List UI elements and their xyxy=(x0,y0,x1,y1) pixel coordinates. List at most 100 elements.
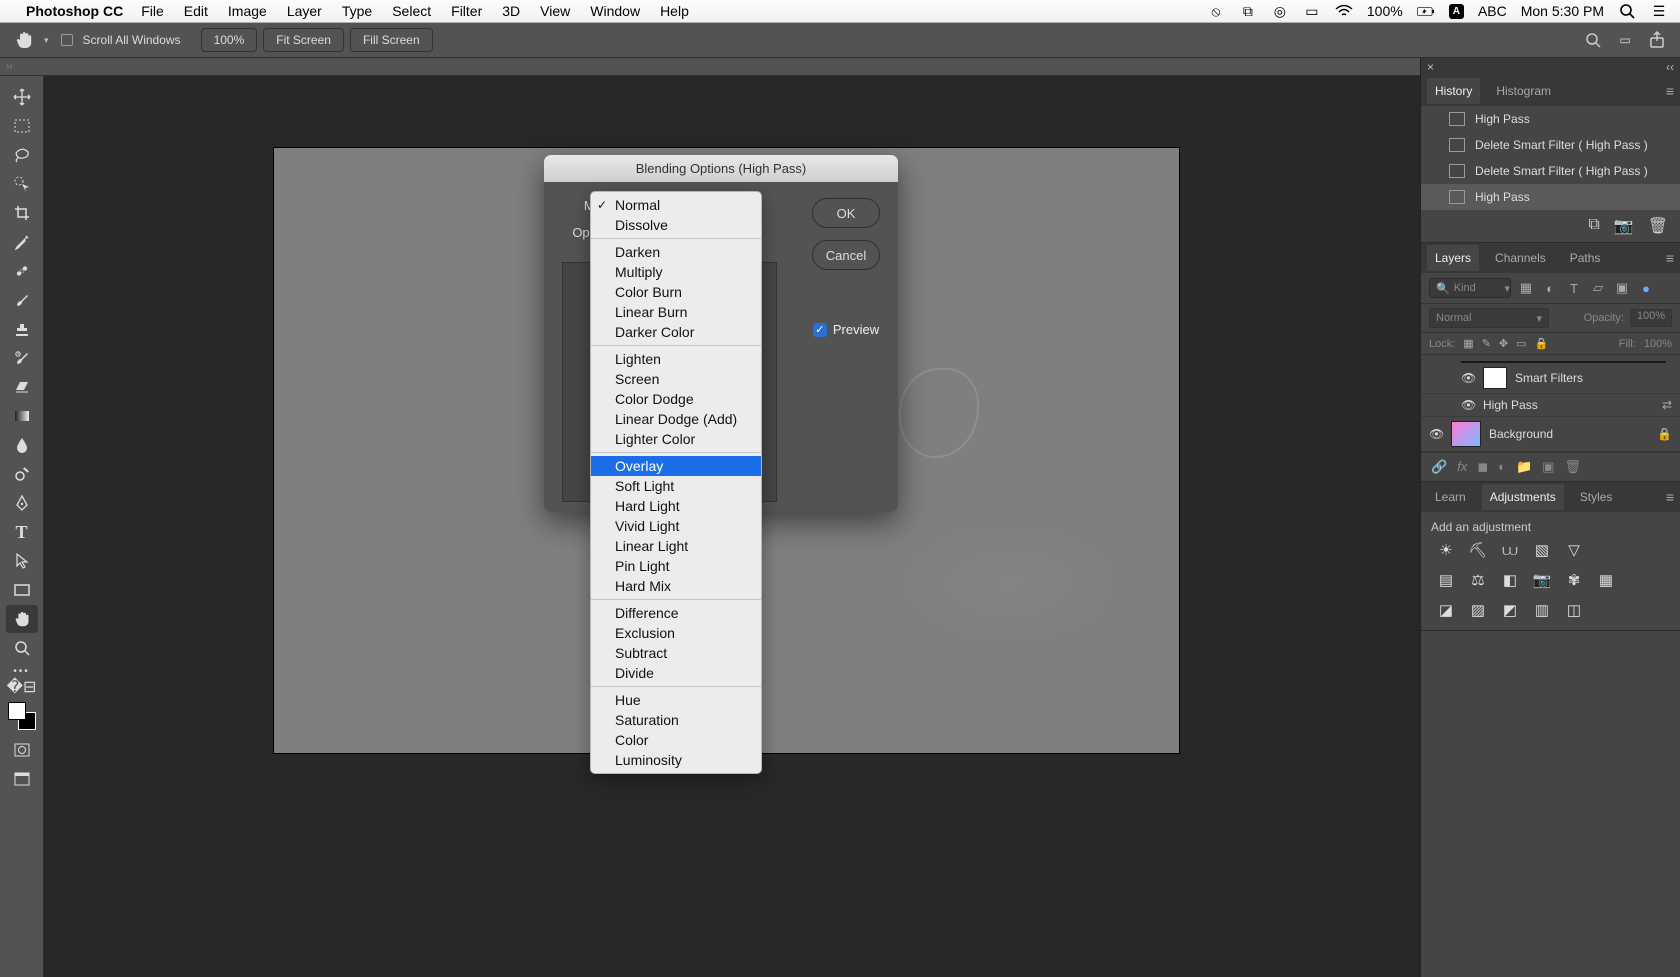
blend-mode-option[interactable]: Color Burn xyxy=(591,282,761,302)
tab-history[interactable]: History xyxy=(1427,78,1480,104)
selective-color-icon[interactable]: ◫ xyxy=(1563,600,1585,620)
eyedropper-tool-icon[interactable] xyxy=(6,228,38,256)
vibrance-icon[interactable]: ▽ xyxy=(1563,540,1585,560)
cancel-button[interactable]: Cancel xyxy=(812,240,880,270)
share-icon[interactable] xyxy=(1644,30,1670,50)
panel-menu-icon[interactable]: ≡ xyxy=(1666,83,1674,99)
group-icon[interactable]: 📁 xyxy=(1516,459,1532,475)
filter-smart-icon[interactable]: ▣ xyxy=(1613,280,1631,296)
filter-pixel-icon[interactable]: ▦ xyxy=(1517,280,1535,296)
menu-filter[interactable]: Filter xyxy=(451,3,482,19)
hand-tool-strip-icon[interactable] xyxy=(6,605,38,633)
blend-mode-option[interactable]: Exclusion xyxy=(591,623,761,643)
camera-icon[interactable]: 📷 xyxy=(1614,216,1634,236)
rectangle-tool-icon[interactable] xyxy=(6,576,38,604)
lock-icon[interactable]: 🔒 xyxy=(1657,427,1672,441)
input-source-icon[interactable]: A xyxy=(1449,4,1464,19)
bw-icon[interactable]: ◧ xyxy=(1499,570,1521,590)
menu-help[interactable]: Help xyxy=(660,3,689,19)
chevron-down-icon[interactable]: ▾ xyxy=(44,35,49,46)
visibility-icon[interactable]: 👁 xyxy=(1429,427,1443,441)
blend-mode-option[interactable]: Darker Color xyxy=(591,322,761,342)
blend-mode-option[interactable]: Screen xyxy=(591,369,761,389)
lasso-tool-icon[interactable] xyxy=(6,141,38,169)
color-swatches[interactable] xyxy=(8,702,36,730)
blend-mode-option[interactable]: Soft Light xyxy=(591,476,761,496)
blend-mode-option[interactable]: Difference xyxy=(591,603,761,623)
blend-mode-option[interactable]: Hue xyxy=(591,690,761,710)
history-row[interactable]: Delete Smart Filter ( High Pass ) xyxy=(1421,132,1680,158)
blend-mode-select[interactable]: Normal▾ xyxy=(1429,308,1549,328)
blend-mode-option[interactable]: Multiply xyxy=(591,262,761,282)
brightness-icon[interactable]: ☀ xyxy=(1435,540,1457,560)
search-icon[interactable] xyxy=(1580,30,1606,50)
eraser-tool-icon[interactable] xyxy=(6,373,38,401)
menu-view[interactable]: View xyxy=(540,3,570,19)
tab-histogram[interactable]: Histogram xyxy=(1488,78,1559,104)
visibility-icon[interactable]: 👁 xyxy=(1461,371,1475,385)
filter-type-icon[interactable]: T xyxy=(1565,281,1583,296)
blend-mode-option[interactable]: Pin Light xyxy=(591,556,761,576)
spotlight-icon[interactable] xyxy=(1618,3,1636,19)
screen-mode-icon[interactable] xyxy=(6,765,38,793)
dodge-tool-icon[interactable] xyxy=(6,460,38,488)
blend-mode-option[interactable]: Normal✓ xyxy=(591,195,761,215)
exposure-icon[interactable]: ▧ xyxy=(1531,540,1553,560)
smart-filters-row[interactable]: 👁 Smart Filters xyxy=(1421,363,1680,394)
healing-tool-icon[interactable] xyxy=(6,257,38,285)
history-brush-tool-icon[interactable] xyxy=(6,344,38,372)
fit-screen-button[interactable]: Fit Screen xyxy=(263,28,344,52)
balance-icon[interactable]: ⚖ xyxy=(1467,570,1489,590)
lock-brush-icon[interactable]: ✎ xyxy=(1482,337,1491,350)
marquee-tool-icon[interactable] xyxy=(6,112,38,140)
app-name[interactable]: Photoshop CC xyxy=(26,3,123,19)
menu-3d[interactable]: 3D xyxy=(502,3,520,19)
blend-mode-option[interactable]: Luminosity xyxy=(591,750,761,770)
layer-thumbnail[interactable] xyxy=(1451,421,1481,447)
gradient-map-icon[interactable]: ▥ xyxy=(1531,600,1553,620)
path-select-tool-icon[interactable] xyxy=(6,547,38,575)
blend-mode-option[interactable]: Linear Burn xyxy=(591,302,761,322)
edit-toolbar-icon[interactable]: �⊟ xyxy=(6,678,38,696)
quick-mask-icon[interactable] xyxy=(6,736,38,764)
blend-mode-option[interactable]: Color Dodge xyxy=(591,389,761,409)
tab-styles[interactable]: Styles xyxy=(1572,484,1621,510)
high-pass-filter-row[interactable]: 👁 High Pass ⇄ xyxy=(1421,394,1680,417)
channel-mixer-icon[interactable]: ✾ xyxy=(1563,570,1585,590)
quick-select-tool-icon[interactable] xyxy=(6,170,38,198)
menu-layer[interactable]: Layer xyxy=(287,3,322,19)
layer-filter-kind[interactable]: 🔍Kind▾ xyxy=(1429,278,1511,298)
filter-blend-icon[interactable]: ⇄ xyxy=(1662,398,1672,412)
close-icon[interactable]: × xyxy=(1427,60,1434,74)
blend-mode-option[interactable]: Saturation xyxy=(591,710,761,730)
blend-mode-option[interactable]: Color xyxy=(591,730,761,750)
filter-adjust-icon[interactable]: ◐ xyxy=(1541,281,1559,296)
visibility-icon[interactable]: 👁 xyxy=(1461,398,1475,412)
dropbox-icon[interactable]: ⧉ xyxy=(1239,3,1257,20)
photo-filter-icon[interactable]: 📷 xyxy=(1531,570,1553,590)
control-center-icon[interactable]: ☰ xyxy=(1650,3,1668,20)
pen-tool-icon[interactable] xyxy=(6,489,38,517)
lock-pixels-icon[interactable]: ▦ xyxy=(1463,337,1473,350)
posterize-icon[interactable]: ▨ xyxy=(1467,600,1489,620)
hue-icon[interactable]: ▤ xyxy=(1435,570,1457,590)
brush-tool-icon[interactable] xyxy=(6,286,38,314)
blend-mode-option[interactable]: Linear Light xyxy=(591,536,761,556)
wifi-icon[interactable] xyxy=(1335,5,1353,17)
tab-channels[interactable]: Channels xyxy=(1487,245,1554,271)
menu-type[interactable]: Type xyxy=(342,3,372,19)
battery-icon[interactable] xyxy=(1417,5,1435,18)
link-layers-icon[interactable]: 🔗 xyxy=(1431,459,1447,475)
zoom-tool-icon[interactable] xyxy=(6,634,38,662)
new-layer-icon[interactable]: ▣ xyxy=(1542,459,1554,475)
lock-artboard-icon[interactable]: ▭ xyxy=(1516,337,1526,350)
menu-image[interactable]: Image xyxy=(228,3,267,19)
history-row[interactable]: Delete Smart Filter ( High Pass ) xyxy=(1421,158,1680,184)
more-tools-icon[interactable]: ••• xyxy=(0,666,43,677)
blend-mode-option[interactable]: Subtract xyxy=(591,643,761,663)
panel-menu-icon[interactable]: ≡ xyxy=(1666,489,1674,505)
filter-shape-icon[interactable]: ▱ xyxy=(1589,280,1607,296)
move-tool-icon[interactable] xyxy=(6,83,38,111)
curves-icon[interactable]: ⩊ xyxy=(1499,540,1521,560)
fx-icon[interactable]: fx xyxy=(1457,459,1467,475)
